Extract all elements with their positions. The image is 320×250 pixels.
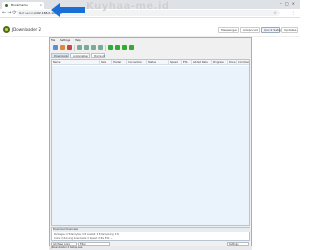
column-hoster[interactable]: Hoster [111,60,126,65]
downloads-table[interactable]: Name Size Hoster Connection Status Speed… [51,59,250,226]
advanced-button[interactable]: Advanced [240,27,260,33]
overview-title: Download Overview [53,228,250,232]
tab-title: Bookmarks [11,3,28,7]
column-done[interactable]: Done [227,60,236,65]
pause-icon[interactable] [60,45,65,50]
play-icon[interactable] [53,45,58,50]
star-icon[interactable]: ☆ [273,10,277,16]
reconnect-icon[interactable] [108,45,113,50]
app-logo-icon [3,26,10,33]
browser-download-bar: JDownloader 2 Setup.exe [49,246,252,250]
move-top-icon[interactable] [91,45,96,50]
move-up-icon[interactable] [77,45,82,50]
close-icon[interactable]: × [39,2,42,9]
move-down-icon[interactable] [84,45,89,50]
table-header: Name Size Hoster Connection Status Speed… [52,60,249,65]
messenger-button[interactable]: Messenger [218,27,239,33]
window-controls[interactable]: –□× [280,1,298,6]
column-comment[interactable]: Comment [236,60,249,65]
watermark-text: Kuyhaa-me.id [86,1,170,12]
overview-line-2: Links: 0 Running downloads: 0 Speed: 0 B… [54,237,113,240]
app-header: JDownloader 2 Messenger Advanced Quick S… [0,23,300,37]
updates-button[interactable]: Updates [281,27,298,33]
more-menu-icon[interactable]: ⋮ [291,10,295,15]
column-speed[interactable]: Speed [168,60,181,65]
column-size[interactable]: Size [99,60,111,65]
overview-line-1: Packages: 0 Total bytes: 0 B Loaded: 0 B… [54,233,119,236]
overview-panel: Download Overview Packages: 0 Total byte… [51,227,250,241]
download-item[interactable]: JDownloader 2 Setup.exe [51,246,82,250]
quick-setup-button[interactable]: Quick Setup [261,27,282,33]
menu-settings[interactable]: Settings [60,39,70,42]
app-window: File Settings Help Downloads LinkGrabber… [49,37,252,250]
app-title: JDownloader 2 [12,27,41,32]
nav-buttons[interactable]: ←→⟳ [2,10,18,16]
column-progress[interactable]: Progress [211,60,227,65]
not-secure-label[interactable]: Not secure [19,10,35,16]
arrow-icon [51,3,85,17]
column-added-date[interactable]: Added Date [191,60,211,65]
category-tabs: Downloads LinkGrabber Premium [51,53,251,58]
move-bottom-icon[interactable] [98,45,103,50]
browser-tab[interactable]: Bookmarks × [2,2,44,9]
column-connection[interactable]: Connection [126,60,146,65]
tab-premium[interactable]: Premium [91,53,105,58]
speed-limit-icon[interactable] [129,45,134,50]
tab-downloads[interactable]: Downloads [51,53,69,58]
toolbar-divider [105,45,106,51]
stop-icon[interactable] [67,45,72,50]
menu-file[interactable]: File [51,39,55,42]
table-body[interactable] [52,66,249,225]
column-name[interactable]: Name [52,60,99,65]
column-eta[interactable]: ETA [181,60,191,65]
clipboard-icon[interactable] [115,45,120,50]
menu-help[interactable]: Help [75,39,81,42]
toolbar-divider [74,45,75,51]
toolbar [51,44,251,52]
premium-icon[interactable] [122,45,127,50]
tab-linkgrabber[interactable]: LinkGrabber [70,53,90,58]
column-status[interactable]: Status [146,60,168,65]
menu-bar: File Settings Help [51,39,85,43]
favicon-icon [5,4,8,7]
